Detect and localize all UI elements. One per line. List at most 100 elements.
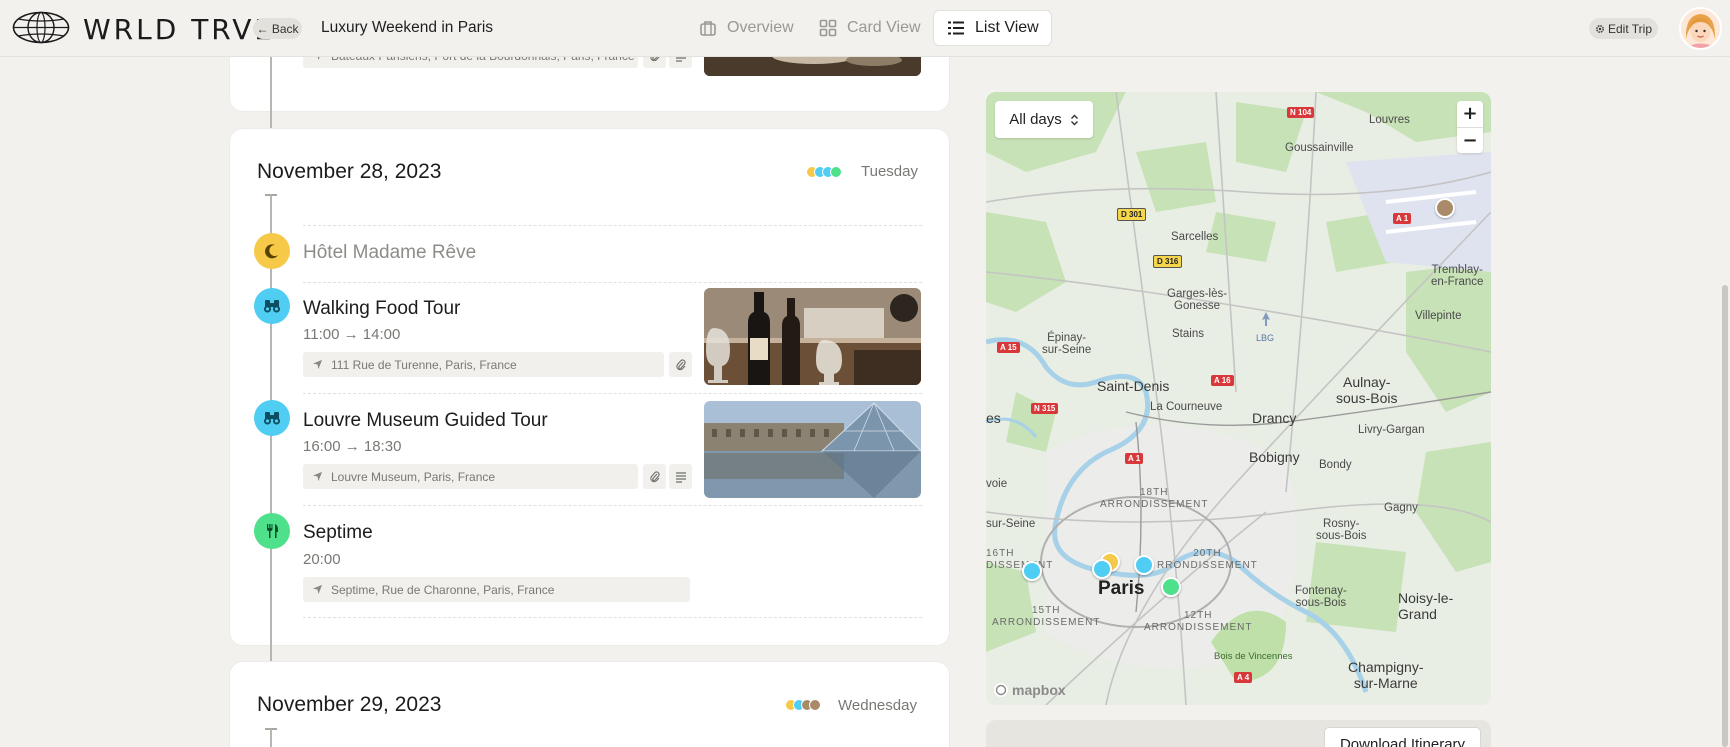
road-shield: A 1 bbox=[1125, 453, 1144, 464]
divider bbox=[303, 225, 922, 226]
paperclip-icon bbox=[649, 470, 660, 482]
avatar-face-icon bbox=[1681, 9, 1720, 48]
activity-title[interactable]: Walking Food Tour bbox=[303, 298, 460, 320]
activity-photo[interactable] bbox=[704, 288, 921, 385]
map-label: Noisy-le-Grand bbox=[1398, 590, 1454, 622]
activity-time: 16:00 → 18:30 bbox=[303, 438, 402, 455]
map-label: Livry-Gargan bbox=[1358, 424, 1425, 436]
map-label: Goussainville bbox=[1285, 142, 1354, 154]
map-label: La Courneuve bbox=[1150, 401, 1223, 413]
zoom-out-button[interactable]: − bbox=[1457, 127, 1483, 153]
day-category-dots bbox=[806, 166, 842, 178]
lodging-title[interactable]: Hôtel Madame Rêve bbox=[303, 242, 476, 264]
bag-icon bbox=[700, 21, 716, 36]
map-label: Épinay- sur-Seine bbox=[1042, 332, 1092, 356]
avatar[interactable] bbox=[1679, 7, 1722, 50]
map-pin-airport[interactable] bbox=[1435, 198, 1455, 218]
notes-icon bbox=[675, 471, 686, 483]
mapbox-attribution[interactable]: mapbox bbox=[993, 682, 1066, 698]
map-label: Drancy bbox=[1252, 410, 1297, 426]
category-dot bbox=[809, 699, 821, 711]
map-pin-activity[interactable] bbox=[1092, 559, 1112, 579]
edit-trip-label: Edit Trip bbox=[1607, 21, 1652, 36]
notes-button[interactable] bbox=[669, 464, 692, 489]
day-weekday: Tuesday bbox=[861, 163, 918, 180]
road-shield: A 4 bbox=[1234, 672, 1253, 683]
tab-card-view[interactable]: Card View bbox=[806, 10, 933, 46]
activity-marker bbox=[254, 400, 290, 436]
address-chip[interactable]: Louvre Museum, Paris, France bbox=[303, 464, 638, 489]
tab-overview[interactable]: Overview bbox=[686, 10, 806, 46]
day-weekday: Wednesday bbox=[838, 697, 917, 714]
map-label: voie bbox=[986, 478, 1008, 490]
road-shield: D 316 bbox=[1153, 255, 1183, 268]
gear-icon bbox=[1596, 24, 1604, 33]
timeline-line bbox=[270, 729, 272, 747]
map-label: LBG bbox=[1256, 333, 1275, 343]
address-text: Louvre Museum, Paris, France bbox=[331, 469, 496, 484]
moon-icon bbox=[265, 244, 278, 259]
road-shield: A 15 bbox=[997, 342, 1020, 353]
address-text: 111 Rue de Turenne, Paris, France bbox=[331, 357, 517, 372]
chevron-updown-icon bbox=[1070, 114, 1078, 125]
map-label: Fontenay- sous-Bois bbox=[1295, 585, 1347, 609]
road-shield: N 104 bbox=[1287, 107, 1315, 118]
tab-list-view-label: List View bbox=[975, 19, 1039, 36]
address-chip[interactable]: 111 Rue de Turenne, Paris, France bbox=[303, 352, 664, 377]
day-category-dots bbox=[785, 699, 821, 711]
map-label: Stains bbox=[1172, 328, 1204, 340]
globe-logo-icon[interactable] bbox=[12, 11, 70, 44]
restaurant-time: 20:00 bbox=[303, 551, 341, 568]
address-text: Septime, Rue de Charonne, Paris, France bbox=[331, 582, 555, 597]
restaurant-marker bbox=[254, 513, 290, 549]
paperclip-icon bbox=[675, 358, 686, 370]
map-label: 15TH ARRONDISSEMENT bbox=[992, 605, 1101, 628]
activity-marker bbox=[254, 288, 290, 324]
day-filter-dropdown[interactable]: All days bbox=[995, 101, 1093, 138]
map-label: Champigny- sur-Marne bbox=[1348, 659, 1424, 691]
map-label: Garges-lès- Gonesse bbox=[1167, 288, 1228, 312]
top-bar: WRLD TRVL ← Back Luxury Weekend in Paris… bbox=[0, 0, 1730, 57]
divider bbox=[303, 282, 922, 283]
map-pin-restaurant[interactable] bbox=[1161, 577, 1181, 597]
tab-card-view-label: Card View bbox=[847, 19, 921, 36]
scrollbar-thumb[interactable] bbox=[1722, 285, 1728, 747]
location-arrow-icon bbox=[312, 471, 323, 482]
map-label: Paris bbox=[1098, 578, 1145, 599]
activity-photo[interactable] bbox=[704, 401, 921, 498]
map-label: Gagny bbox=[1384, 502, 1418, 514]
binoculars-icon bbox=[264, 412, 280, 425]
tab-list-view[interactable]: List View bbox=[933, 10, 1052, 46]
map[interactable]: All days + − Louvres Goussainville Sarce… bbox=[986, 92, 1491, 705]
location-arrow-icon bbox=[312, 359, 323, 370]
day-date: November 29, 2023 bbox=[257, 693, 442, 716]
map-label: Bondy bbox=[1319, 459, 1352, 471]
restaurant-title[interactable]: Septime bbox=[303, 522, 373, 544]
download-itinerary-button[interactable]: Download Itinerary bbox=[1324, 727, 1481, 747]
list-icon bbox=[948, 21, 964, 35]
road-shield: A 1 bbox=[1393, 213, 1412, 224]
back-button[interactable]: ← Back bbox=[253, 18, 302, 39]
wine-photo bbox=[704, 288, 921, 385]
divider bbox=[303, 393, 922, 394]
edit-trip-button[interactable]: Edit Trip bbox=[1589, 18, 1658, 39]
grid-icon bbox=[819, 19, 837, 37]
divider bbox=[303, 617, 922, 618]
map-label: Saint-Denis bbox=[1097, 378, 1170, 394]
activity-title[interactable]: Louvre Museum Guided Tour bbox=[303, 410, 548, 432]
map-pin-activity[interactable] bbox=[1134, 555, 1154, 575]
activity-time: 11:00 → 14:00 bbox=[303, 326, 401, 343]
zoom-in-button[interactable]: + bbox=[1457, 101, 1483, 127]
category-dot bbox=[830, 166, 842, 178]
attachment-button[interactable] bbox=[643, 464, 666, 489]
divider bbox=[303, 505, 922, 506]
map-pin-activity[interactable] bbox=[1022, 561, 1042, 581]
lodging-marker bbox=[254, 233, 290, 269]
map-label: Rosny- sous-Bois bbox=[1316, 518, 1367, 542]
address-chip[interactable]: Septime, Rue de Charonne, Paris, France bbox=[303, 577, 690, 602]
road-shield: A 16 bbox=[1211, 375, 1234, 386]
logo-text[interactable]: WRLD TRVL bbox=[83, 13, 273, 46]
day-filter-label: All days bbox=[1009, 111, 1062, 128]
map-label: Sarcelles bbox=[1171, 231, 1219, 243]
attachment-button[interactable] bbox=[669, 352, 692, 377]
